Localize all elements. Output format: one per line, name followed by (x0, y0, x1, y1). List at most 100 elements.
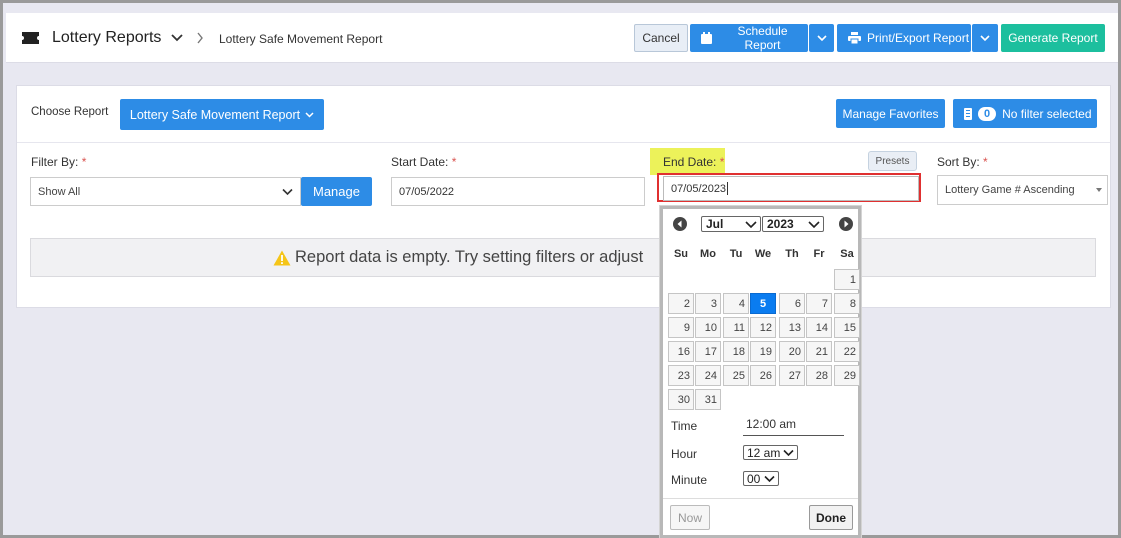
filter-by-value: Show All (38, 185, 81, 198)
hour-value: 12 am (747, 445, 781, 460)
calendar-day[interactable]: 7 (806, 293, 832, 314)
next-month-icon[interactable] (839, 217, 853, 231)
chevron-down-icon (783, 449, 794, 457)
end-date-text: End Date: (663, 155, 717, 169)
chevron-down-icon[interactable] (171, 33, 183, 43)
month-select[interactable]: Jul (701, 216, 761, 232)
calendar-day[interactable]: 23 (668, 365, 694, 386)
calendar-day-selected[interactable]: 5 (750, 293, 776, 314)
weekday-header: Fr (813, 248, 825, 260)
calendar-day[interactable]: 30 (668, 389, 694, 410)
alert-message: Report data is empty. Try setting filter… (295, 248, 644, 266)
chevron-down-icon (745, 221, 757, 229)
sort-by-select[interactable]: Lottery Game # Ascending (937, 175, 1108, 205)
filter-count-badge: 0 (978, 106, 997, 121)
calendar-day[interactable]: 12 (750, 317, 776, 338)
calendar-day[interactable]: 19 (750, 341, 776, 362)
warning-icon (273, 250, 291, 265)
caret-down-icon (1096, 188, 1102, 192)
divider (17, 142, 1110, 143)
end-date-value: 07/05/2023 (671, 182, 727, 195)
calendar-day[interactable]: 18 (723, 341, 749, 362)
calendar-day[interactable]: 4 (723, 293, 749, 314)
filter-by-select[interactable]: Show All (30, 177, 301, 206)
chevron-down-icon (764, 475, 775, 483)
minute-select[interactable]: 00 (743, 471, 779, 486)
date-picker: Jul 2023 Su Mo Tu We Th Fr Sa 1 2 3 4 5 6 7 8 9 10 11 12 13… (660, 206, 861, 538)
calendar-day[interactable]: 29 (834, 365, 860, 386)
calendar-day[interactable]: 11 (723, 317, 749, 338)
selected-report-label: Lottery Safe Movement Report (129, 107, 301, 122)
print-export-label: Print/Export Report (867, 31, 970, 45)
manage-favorites-button[interactable]: Manage Favorites (836, 99, 945, 128)
chevron-right-icon (197, 32, 203, 44)
filter-status-button[interactable]: 0 No filter selected (953, 99, 1097, 128)
month-value: Jul (706, 217, 724, 231)
filter-by-label: Filter By: * (31, 155, 86, 169)
calendar-day[interactable]: 28 (806, 365, 832, 386)
weekday-header: Mo (700, 248, 716, 260)
calendar-day[interactable]: 10 (695, 317, 721, 338)
print-dropdown-button[interactable] (972, 24, 998, 52)
calendar-day[interactable]: 8 (834, 293, 860, 314)
calendar-day[interactable]: 31 (695, 389, 721, 410)
calendar-day[interactable]: 25 (723, 365, 749, 386)
prev-month-icon[interactable] (673, 217, 687, 231)
done-button[interactable]: Done (809, 505, 853, 530)
calendar-day[interactable]: 20 (779, 341, 805, 362)
calendar-day[interactable]: 27 (779, 365, 805, 386)
calendar-day[interactable]: 3 (695, 293, 721, 314)
ticket-icon (22, 32, 39, 44)
calendar-icon (701, 32, 712, 44)
required-mark: * (81, 155, 87, 169)
filter-status-label: No filter selected (1002, 106, 1092, 121)
year-value: 2023 (767, 217, 794, 231)
calendar-day[interactable]: 1 (834, 269, 860, 290)
now-button[interactable]: Now (670, 505, 710, 530)
end-date-label: End Date: * (650, 148, 726, 175)
hour-select[interactable]: 12 am (743, 445, 798, 460)
print-export-button[interactable]: Print/Export Report (837, 24, 971, 52)
calendar-day[interactable]: 26 (750, 365, 776, 386)
calendar-day[interactable]: 24 (695, 365, 721, 386)
schedule-report-button[interactable]: Schedule Report (690, 24, 808, 52)
calendar-day[interactable]: 17 (695, 341, 721, 362)
chevron-down-icon (808, 221, 820, 229)
generate-report-button[interactable]: Generate Report (1001, 24, 1105, 52)
required-mark: * (451, 155, 457, 169)
weekday-header: Tu (729, 248, 743, 260)
report-card: Choose Report Lottery Safe Movement Repo… (16, 85, 1111, 308)
chevron-down-icon (305, 112, 314, 118)
year-select[interactable]: 2023 (762, 216, 824, 232)
minute-label: Minute (671, 473, 708, 487)
chevron-down-icon (980, 35, 990, 42)
calendar-day[interactable]: 6 (779, 293, 805, 314)
calendar-day[interactable]: 16 (668, 341, 694, 362)
calendar-day[interactable]: 2 (668, 293, 694, 314)
choose-report-dropdown[interactable]: Lottery Safe Movement Report (120, 99, 324, 130)
start-date-value: 07/05/2022 (399, 185, 455, 198)
end-date-input[interactable]: 07/05/2023 (663, 176, 919, 201)
presets-button[interactable]: Presets (868, 151, 917, 171)
calendar-day[interactable]: 15 (834, 317, 860, 338)
start-date-label: Start Date: * (391, 155, 456, 169)
chevron-down-icon (282, 188, 293, 196)
cancel-button[interactable]: Cancel (634, 24, 688, 52)
start-date-input[interactable]: 07/05/2022 (391, 177, 645, 206)
schedule-dropdown-button[interactable] (809, 24, 834, 52)
calendar-day[interactable]: 13 (779, 317, 805, 338)
calendar-day[interactable]: 9 (668, 317, 694, 338)
weekday-header: Th (785, 248, 799, 260)
calendar-day[interactable]: 21 (806, 341, 832, 362)
breadcrumb: Lottery Safe Movement Report (219, 32, 383, 46)
picker-footer-divider (663, 498, 858, 499)
manage-filter-button[interactable]: Manage (301, 177, 372, 206)
time-value: 12:00 am (743, 417, 844, 436)
calendar-day[interactable]: 14 (806, 317, 832, 338)
top-header: Lottery Reports Lottery Safe Movement Re… (6, 13, 1118, 63)
choose-report-label: Choose Report (31, 106, 109, 118)
text-cursor (727, 182, 729, 195)
calendar-day[interactable]: 22 (834, 341, 860, 362)
filter-by-text: Filter By: (31, 155, 79, 169)
printer-icon (848, 32, 861, 44)
